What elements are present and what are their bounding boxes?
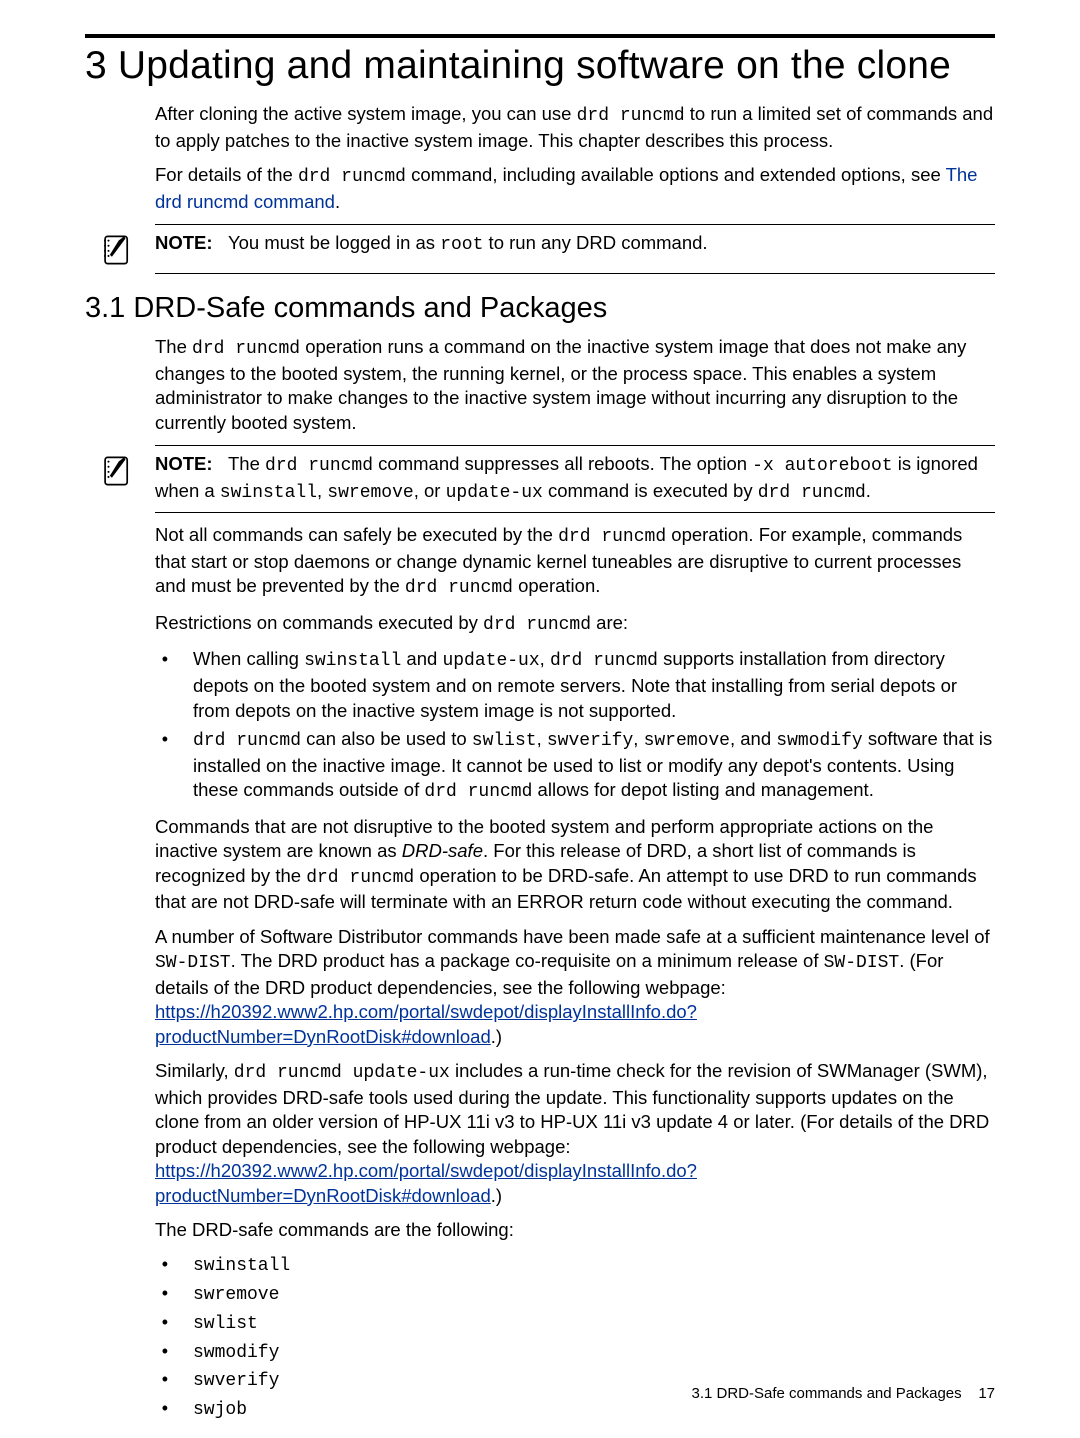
- chapter-rule: [85, 34, 995, 38]
- text: command suppresses all reboots. The opti…: [373, 453, 752, 474]
- body-para: A number of Software Distributor command…: [155, 925, 995, 1049]
- text: .): [491, 1185, 502, 1206]
- note-label: NOTE:: [155, 453, 213, 474]
- text: command, including available options and…: [406, 164, 946, 185]
- text: operation.: [513, 575, 600, 596]
- section-heading: 3.1 DRD-Safe commands and Packages: [85, 292, 995, 325]
- intro-para-1: After cloning the active system image, y…: [155, 102, 995, 153]
- text: When calling: [193, 648, 304, 669]
- inline-code: drd runcmd: [193, 731, 301, 751]
- inline-code: swinstall: [220, 483, 317, 503]
- text: Restrictions on commands executed by: [155, 612, 483, 633]
- text: can also be used to: [301, 728, 472, 749]
- text: ,: [537, 728, 547, 749]
- note-block: NOTE: You must be logged in as root to r…: [155, 224, 995, 274]
- inline-code: drd runcmd: [424, 782, 532, 802]
- inline-code: drd runcmd: [550, 651, 658, 671]
- list-item: drd runcmd can also be used to swlist, s…: [183, 727, 995, 805]
- text: Not all commands can safely be executed …: [155, 524, 558, 545]
- list-item: swmodify: [183, 1339, 995, 1366]
- list-item: swremove: [183, 1281, 995, 1308]
- inline-code: swremove: [644, 731, 730, 751]
- footer-section-title: 3.1 DRD-Safe commands and Packages: [692, 1385, 962, 1402]
- note-bottom-rule: [155, 512, 995, 513]
- inline-code: drd runcmd: [558, 527, 666, 547]
- section-para: The drd runcmd operation runs a command …: [155, 335, 995, 435]
- inline-code: drd runcmd: [405, 578, 513, 598]
- note-label: NOTE:: [155, 232, 213, 253]
- inline-code: swlist: [472, 731, 537, 751]
- inline-code: SW-DIST: [824, 953, 900, 973]
- intro-para-2: For details of the drd runcmd command, i…: [155, 163, 995, 214]
- inline-code: drd runcmd: [483, 615, 591, 635]
- body-para: Not all commands can safely be executed …: [155, 523, 995, 601]
- inline-code: root: [440, 235, 483, 255]
- text: are:: [591, 612, 628, 633]
- text: to run any DRD command.: [483, 232, 707, 253]
- restrictions-list: When calling swinstall and update-ux, dr…: [155, 647, 995, 804]
- hyperlink[interactable]: https://h20392.www2.hp.com/portal/swdepo…: [155, 1160, 697, 1205]
- note-icon: [100, 454, 134, 488]
- text: For details of the: [155, 164, 298, 185]
- body-para: Commands that are not disruptive to the …: [155, 815, 995, 915]
- inline-code: swjob: [193, 1400, 247, 1420]
- text: command is executed by: [543, 480, 758, 501]
- inline-code: swlist: [193, 1314, 258, 1334]
- text: ,: [633, 728, 643, 749]
- inline-code: drd runcmd: [758, 483, 866, 503]
- inline-code: swmodify: [193, 1343, 279, 1363]
- text: , or: [414, 480, 446, 501]
- text: .): [491, 1026, 502, 1047]
- inline-code: swremove: [193, 1285, 279, 1305]
- text: .: [866, 480, 871, 501]
- inline-code: drd runcmd: [192, 339, 300, 359]
- inline-code: swmodify: [776, 731, 862, 751]
- inline-code: drd runcmd: [265, 456, 373, 476]
- text: The: [155, 336, 192, 357]
- note-icon: [100, 233, 134, 267]
- inline-code: drd runcmd: [306, 868, 414, 888]
- list-item: When calling swinstall and update-ux, dr…: [183, 647, 995, 723]
- inline-code: update-ux: [446, 483, 543, 503]
- text: ,: [317, 480, 327, 501]
- inline-code: SW-DIST: [155, 953, 231, 973]
- text: The: [228, 453, 265, 474]
- note-block: NOTE: The drd runcmd command suppresses …: [155, 445, 995, 513]
- body-para: Restrictions on commands executed by drd…: [155, 611, 995, 638]
- body-para: Similarly, drd runcmd update-ux includes…: [155, 1059, 995, 1208]
- inline-code: drd runcmd: [298, 167, 406, 187]
- page-number: 17: [978, 1385, 995, 1402]
- inline-code: swinstall: [304, 651, 401, 671]
- text: ,: [540, 648, 550, 669]
- inline-code: swverify: [193, 1371, 279, 1391]
- page-footer: 3.1 DRD-Safe commands and Packages 17: [692, 1385, 996, 1402]
- text: You must be logged in as: [228, 232, 440, 253]
- chapter-title: 3 Updating and maintaining software on t…: [85, 44, 995, 88]
- inline-code: swremove: [327, 483, 413, 503]
- text: Similarly,: [155, 1060, 234, 1081]
- list-item: swlist: [183, 1310, 995, 1337]
- text: . The DRD product has a package co-requi…: [231, 950, 824, 971]
- inline-code: drd runcmd: [577, 106, 685, 126]
- inline-code: -x autoreboot: [752, 456, 892, 476]
- text: , and: [730, 728, 776, 749]
- inline-code: swverify: [547, 731, 633, 751]
- note-bottom-rule: [155, 273, 995, 274]
- text: A number of Software Distributor command…: [155, 926, 990, 947]
- hyperlink[interactable]: https://h20392.www2.hp.com/portal/swdepo…: [155, 1001, 697, 1046]
- inline-code: drd runcmd update-ux: [234, 1063, 450, 1083]
- emphasis: DRD-safe: [402, 840, 483, 861]
- text: allows for depot listing and management.: [532, 779, 873, 800]
- body-para: The DRD-safe commands are the following:: [155, 1218, 995, 1242]
- text: After cloning the active system image, y…: [155, 103, 577, 124]
- inline-code: update-ux: [442, 651, 539, 671]
- list-item: swinstall: [183, 1252, 995, 1279]
- text: and: [401, 648, 442, 669]
- text: .: [335, 191, 340, 212]
- inline-code: swinstall: [193, 1256, 290, 1276]
